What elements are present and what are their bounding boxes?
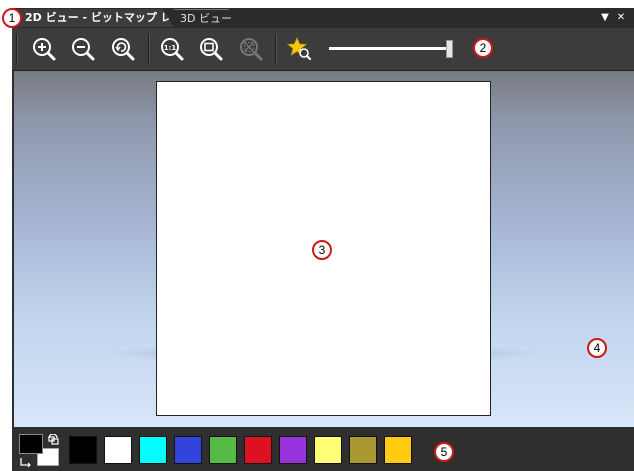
palette-swatch[interactable]	[384, 436, 412, 464]
zoom-slider-track[interactable]	[329, 47, 453, 50]
zoom-in-button[interactable]	[28, 33, 60, 65]
palette-swatch[interactable]	[244, 436, 272, 464]
swap-colors-icon[interactable]	[47, 434, 61, 446]
palette-swatch[interactable]	[279, 436, 307, 464]
toolbar-separator	[148, 34, 150, 64]
toolbar-separator	[16, 34, 18, 64]
zoom-slider-thumb[interactable]	[446, 40, 453, 58]
toolbar: 1:1	[12, 28, 634, 71]
palette-swatch[interactable]	[139, 436, 167, 464]
close-icon[interactable]: ✕	[614, 10, 628, 26]
toolbar-separator	[275, 34, 277, 64]
foreground-background-colors	[19, 434, 63, 468]
favorite-zoom-button[interactable]	[284, 33, 316, 65]
tab-menu-icon[interactable]: ▼	[598, 10, 612, 26]
tab-2d-view[interactable]: 2D ビュー - ビットマップ レイヤー	[14, 9, 174, 27]
callout-2: 2	[473, 38, 493, 58]
zoom-actual-size-icon: 1:1	[161, 38, 184, 61]
callout-5: 5	[434, 442, 454, 462]
zoom-fit-button[interactable]	[195, 33, 227, 65]
reset-colors-icon[interactable]	[19, 456, 33, 468]
palette-swatch[interactable]	[209, 436, 237, 464]
zoom-selection-button[interactable]	[235, 33, 267, 65]
zoom-selection-icon	[240, 38, 263, 61]
zoom-in-icon	[33, 38, 56, 61]
zoom-reset-button[interactable]	[107, 33, 139, 65]
callout-4: 4	[587, 338, 607, 358]
zoom-slider[interactable]	[329, 40, 459, 58]
callout-1: 1	[2, 8, 22, 28]
zoom-out-icon	[72, 38, 95, 61]
palette-swatch[interactable]	[349, 436, 377, 464]
palette-swatch[interactable]	[314, 436, 342, 464]
palette-swatch[interactable]	[174, 436, 202, 464]
callout-3: 3	[312, 240, 332, 260]
favorite-zoom-icon	[287, 36, 312, 61]
tab-3d-view[interactable]: 3D ビュー	[174, 9, 236, 27]
zoom-fit-icon	[200, 38, 223, 61]
palette-swatch[interactable]	[104, 436, 132, 464]
zoom-reset-icon	[112, 38, 135, 61]
foreground-color-swatch[interactable]	[19, 434, 43, 454]
zoom-actual-size-button[interactable]: 1:1	[156, 33, 188, 65]
zoom-out-button[interactable]	[67, 33, 99, 65]
palette-swatch[interactable]	[69, 436, 97, 464]
svg-text:1:1: 1:1	[164, 44, 177, 52]
